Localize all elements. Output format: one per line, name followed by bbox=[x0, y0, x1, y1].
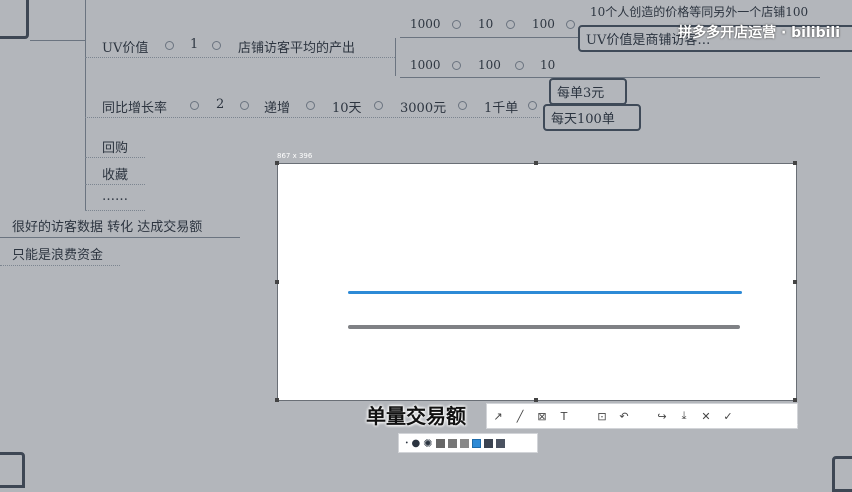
underline bbox=[0, 237, 240, 238]
connector-dot bbox=[528, 101, 537, 110]
connector-dot bbox=[374, 101, 383, 110]
note-line-1: 10个人创造的价格等同另外一个店铺100 bbox=[590, 5, 809, 19]
underline bbox=[0, 265, 120, 266]
connector-dot bbox=[506, 20, 515, 29]
connector-dot bbox=[452, 20, 461, 29]
growth-trend: 递增 bbox=[264, 101, 291, 116]
text-icon[interactable]: T bbox=[553, 405, 575, 427]
color-swatch[interactable] bbox=[483, 438, 493, 448]
growth-number: 2 bbox=[216, 97, 225, 112]
bottom-value-a: 1000 bbox=[410, 58, 441, 72]
underline bbox=[85, 210, 145, 211]
size-medium-icon[interactable]: ● bbox=[412, 438, 421, 449]
undo-icon[interactable]: ↶ bbox=[613, 405, 635, 427]
screenshot-toolbar: ↗ ╱ ⊠ T ⊡ ↶ ↪ ⤓ ✕ ✓ bbox=[486, 403, 798, 429]
item-repurchase: 回购 bbox=[102, 141, 129, 156]
node-frame-top-left bbox=[0, 0, 29, 39]
item-favorite: 收藏 bbox=[102, 168, 129, 183]
resize-handle-s[interactable] bbox=[534, 398, 538, 402]
resize-handle-ne[interactable] bbox=[793, 161, 797, 165]
underline bbox=[85, 157, 145, 158]
connector-dot bbox=[306, 101, 315, 110]
underline bbox=[85, 184, 145, 185]
connector bbox=[30, 40, 85, 41]
mouse-cursor-icon: ➤ bbox=[790, 420, 799, 431]
box-per-day: 每天100单 bbox=[543, 104, 641, 131]
resize-handle-w[interactable] bbox=[275, 280, 279, 284]
connector-dot bbox=[190, 101, 199, 110]
pen-icon[interactable]: ╱ bbox=[509, 405, 531, 427]
size-large-icon[interactable]: ✺ bbox=[423, 437, 432, 450]
stroke-options-bar: • ● ✺ bbox=[398, 433, 538, 453]
video-caption: 单量交易额 bbox=[366, 404, 466, 428]
resize-handle-e[interactable] bbox=[793, 280, 797, 284]
uv-number: 1 bbox=[190, 37, 199, 52]
resize-handle-n[interactable] bbox=[534, 161, 538, 165]
color-swatch[interactable] bbox=[435, 438, 445, 448]
top-value-c: 100 bbox=[532, 17, 555, 31]
growth-label: 同比增长率 bbox=[102, 101, 168, 116]
connector-dot bbox=[240, 101, 249, 110]
connector bbox=[85, 0, 86, 210]
uv-label: UV价值 bbox=[102, 41, 149, 56]
connector-dot bbox=[566, 20, 575, 29]
watermark: 拼多多开店运营 · bilibili bbox=[678, 25, 840, 41]
color-swatch[interactable] bbox=[459, 438, 469, 448]
connector-dot bbox=[212, 41, 221, 50]
top-value-b: 10 bbox=[478, 17, 494, 31]
uv-description: 店铺访客平均的产出 bbox=[238, 41, 356, 56]
bottom-value-b: 100 bbox=[478, 58, 501, 72]
statement-waste: 只能是浪费资金 bbox=[12, 248, 104, 263]
save-icon[interactable]: ⤓ bbox=[673, 405, 695, 427]
resize-handle-se[interactable] bbox=[793, 398, 797, 402]
bottom-value-c: 10 bbox=[540, 58, 556, 72]
top-value-a: 1000 bbox=[410, 17, 441, 31]
underline bbox=[85, 117, 540, 118]
node-frame-bottom-left bbox=[0, 452, 25, 488]
growth-amount: 3000元 bbox=[400, 101, 447, 116]
close-icon[interactable]: ✕ bbox=[695, 405, 717, 427]
color-swatch-selected[interactable] bbox=[471, 438, 481, 448]
connector-dot bbox=[165, 41, 174, 50]
item-more: …… bbox=[102, 189, 128, 204]
connector-dot bbox=[515, 61, 524, 70]
pin-icon[interactable]: ⊡ bbox=[591, 405, 613, 427]
selection-size-label: 867 x 396 bbox=[277, 152, 313, 160]
connector-dot bbox=[458, 101, 467, 110]
box-per-order: 每单3元 bbox=[549, 78, 627, 105]
screenshot-selection[interactable] bbox=[277, 163, 797, 401]
size-small-icon[interactable]: • bbox=[405, 440, 409, 447]
blue-underline-stroke bbox=[348, 291, 742, 294]
growth-days: 10天 bbox=[332, 101, 362, 116]
statement-good-data: 很好的访客数据 转化 达成交易额 bbox=[12, 220, 203, 235]
color-swatch[interactable] bbox=[447, 438, 457, 448]
connector bbox=[400, 37, 578, 38]
mosaic-icon[interactable]: ⊠ bbox=[531, 405, 553, 427]
color-swatch[interactable] bbox=[495, 438, 505, 448]
growth-orders: 1千单 bbox=[484, 101, 519, 116]
confirm-icon[interactable]: ✓ bbox=[717, 405, 739, 427]
branch-bracket bbox=[395, 38, 396, 76]
node-frame-bottom-right bbox=[832, 456, 852, 492]
resize-handle-nw[interactable] bbox=[275, 161, 279, 165]
gray-underline-stroke bbox=[348, 325, 740, 329]
underline bbox=[85, 57, 395, 58]
arrow-icon[interactable]: ↗ bbox=[487, 405, 509, 427]
share-icon[interactable]: ↪ bbox=[651, 405, 673, 427]
connector-dot bbox=[452, 61, 461, 70]
resize-handle-sw[interactable] bbox=[275, 398, 279, 402]
